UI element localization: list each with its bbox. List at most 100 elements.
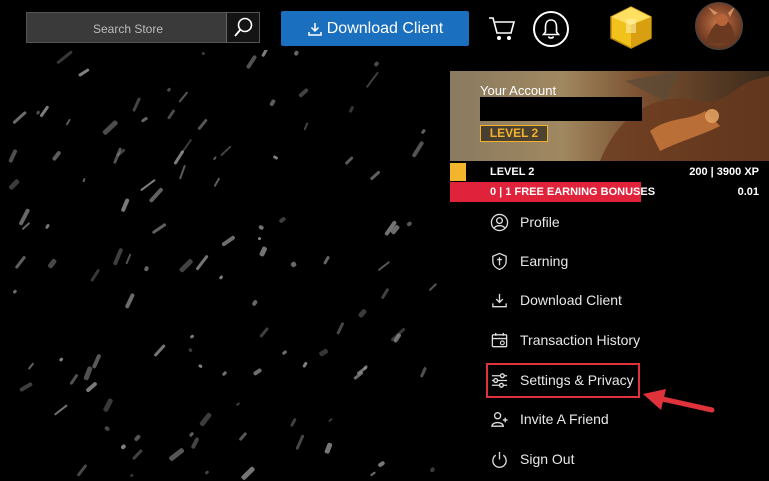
account-name-redacted <box>480 97 642 121</box>
snow-flake <box>90 269 100 283</box>
snow-flake <box>101 118 119 135</box>
snow-flake <box>303 121 310 131</box>
menu-item-label: Invite A Friend <box>520 411 609 427</box>
snow-flake <box>323 256 330 265</box>
snow-flake <box>14 256 26 270</box>
snow-flake <box>112 248 123 266</box>
snow-flake <box>51 150 61 161</box>
search-icon <box>234 17 253 37</box>
snow-flake <box>188 431 195 438</box>
snow-flake <box>428 282 438 292</box>
snow-flake <box>120 197 130 213</box>
snow-flake <box>272 155 279 161</box>
snow-flake <box>131 96 142 112</box>
snow-flake <box>278 216 287 225</box>
menu-item-label: Download Client <box>520 292 622 308</box>
snow-flake <box>189 334 196 339</box>
menu-item-transaction-history[interactable]: Transaction History <box>490 325 730 355</box>
snow-flake <box>124 292 135 309</box>
snow-flake <box>429 467 436 473</box>
snow-flake <box>352 371 364 381</box>
snow-flake <box>179 91 189 104</box>
history-icon <box>491 332 508 347</box>
snow-flake <box>166 87 173 93</box>
menu-item-sign-out[interactable]: Sign Out <box>490 444 730 474</box>
snow-flake <box>213 155 218 161</box>
gem-icon <box>610 6 652 49</box>
snow-flake <box>65 118 72 126</box>
menu-item-label: Profile <box>520 214 560 230</box>
avatar[interactable] <box>695 2 743 50</box>
notifications-button[interactable] <box>533 11 569 47</box>
snow-flake <box>113 146 123 164</box>
avatar-image <box>706 5 736 43</box>
snow-flake <box>197 118 208 131</box>
xp-level-label: LEVEL 2 <box>490 166 535 178</box>
snow-flake <box>85 381 99 394</box>
search-button[interactable] <box>226 13 259 42</box>
snow-flake <box>258 223 265 230</box>
snow-flake <box>366 72 380 89</box>
search-input[interactable] <box>27 13 229 44</box>
snow-flake <box>21 222 31 231</box>
highlight-box <box>486 363 640 398</box>
snow-flake <box>152 222 168 235</box>
snow-flake <box>377 459 386 468</box>
snow-flake <box>259 246 268 258</box>
cart-button[interactable] <box>487 13 517 43</box>
snow-flake <box>91 353 102 370</box>
snow-flake <box>218 275 223 281</box>
snow-flake <box>328 417 334 423</box>
snow-flake <box>323 442 333 455</box>
snow-flake <box>168 447 186 462</box>
snow-flake <box>8 178 21 190</box>
snow-flake <box>27 362 35 371</box>
snow-flake <box>357 308 368 319</box>
snow-flake <box>301 361 309 369</box>
snow-flake <box>132 449 144 461</box>
snow-flake <box>240 465 255 481</box>
xp-value: 200 | 3900 XP <box>689 166 759 178</box>
menu-item-label: Sign Out <box>520 451 575 467</box>
bonus-label: 0 | 1 FREE EARNING BONUSES <box>490 186 656 198</box>
snow-flake <box>18 381 33 392</box>
download-client-label: Download Client <box>326 19 444 37</box>
bonus-value: 0.01 <box>737 186 759 198</box>
snow-flake <box>39 105 50 118</box>
download-client-button[interactable]: Download Client <box>281 11 469 46</box>
snow-flake <box>103 424 111 432</box>
snow-flake <box>153 343 166 357</box>
top-bar: Download Client <box>0 0 769 56</box>
snow-flake <box>336 322 345 336</box>
snow-flake <box>187 347 193 353</box>
snow-flake <box>53 404 68 417</box>
level-badge: LEVEL 2 <box>480 125 548 142</box>
search-box <box>26 12 260 44</box>
snow-flake <box>173 150 185 166</box>
snow-flake <box>297 87 309 98</box>
gem-button[interactable] <box>607 5 655 50</box>
snow-flake <box>83 365 93 381</box>
shield-icon <box>492 252 507 270</box>
snow-flake <box>318 347 330 357</box>
menu-item-earning[interactable]: Earning <box>490 246 730 276</box>
xp-progress: LEVEL 2 200 | 3900 XP <box>450 163 769 181</box>
account-label: Your Account <box>480 83 557 98</box>
snow-flake <box>102 398 113 413</box>
menu-item-profile[interactable]: Profile <box>490 207 730 237</box>
snow-flake <box>252 367 263 376</box>
menu-item-download-client[interactable]: Download Client <box>490 285 730 315</box>
snow-flake <box>406 220 413 227</box>
snow-flake <box>419 367 427 379</box>
snow-flake <box>238 431 248 442</box>
snow-flake <box>148 186 164 203</box>
pointer-arrow <box>643 389 715 413</box>
snow-flake <box>143 265 150 272</box>
snow-flake <box>411 140 426 159</box>
snow-flake <box>12 110 27 124</box>
account-banner: Your Account LEVEL 2 <box>450 71 769 161</box>
account-dropdown: Your Account LEVEL 2 LEVEL 2 200 | 3900 … <box>450 71 769 481</box>
snow-flake <box>47 257 58 269</box>
snow-flake <box>76 463 88 477</box>
snow-flake <box>178 257 194 273</box>
